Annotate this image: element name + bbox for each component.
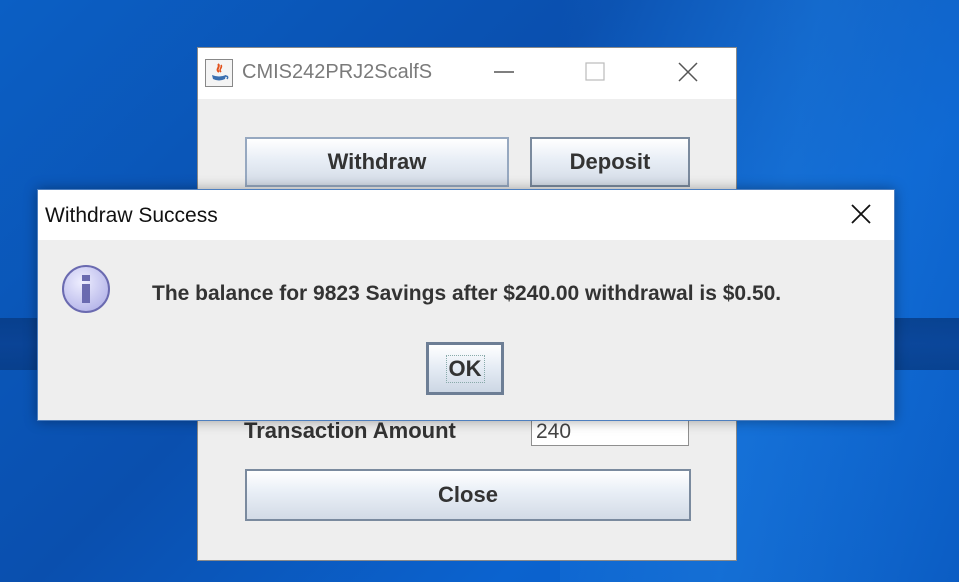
withdraw-button[interactable]: Withdraw [245, 137, 509, 187]
dialog-message: The balance for 9823 Savings after $240.… [152, 282, 782, 305]
close-icon [851, 204, 871, 224]
dialog-close-button[interactable] [838, 190, 884, 240]
withdraw-success-dialog: Withdraw Success The balance for 9823 Sa… [37, 189, 895, 421]
dialog-titlebar[interactable]: Withdraw Success [38, 190, 894, 240]
maximize-icon [585, 62, 605, 81]
minimize-icon [494, 71, 514, 73]
transaction-amount-input[interactable]: 240 [531, 418, 689, 446]
close-button[interactable]: Close [245, 469, 691, 521]
close-icon [678, 62, 698, 82]
transaction-amount-label: Transaction Amount [244, 418, 456, 443]
info-icon [62, 265, 110, 313]
main-window-titlebar[interactable]: CMIS242PRJ2ScalfS [198, 48, 736, 99]
ok-button-label: OK [445, 354, 485, 383]
maximize-button[interactable] [572, 48, 618, 99]
main-close-button[interactable] [665, 48, 711, 99]
dialog-title: Withdraw Success [45, 204, 218, 227]
deposit-button[interactable]: Deposit [530, 137, 690, 187]
main-window-title: CMIS242PRJ2ScalfS [242, 61, 433, 83]
minimize-button[interactable] [481, 48, 527, 99]
ok-button[interactable]: OK [426, 342, 504, 395]
java-app-icon [205, 59, 233, 87]
